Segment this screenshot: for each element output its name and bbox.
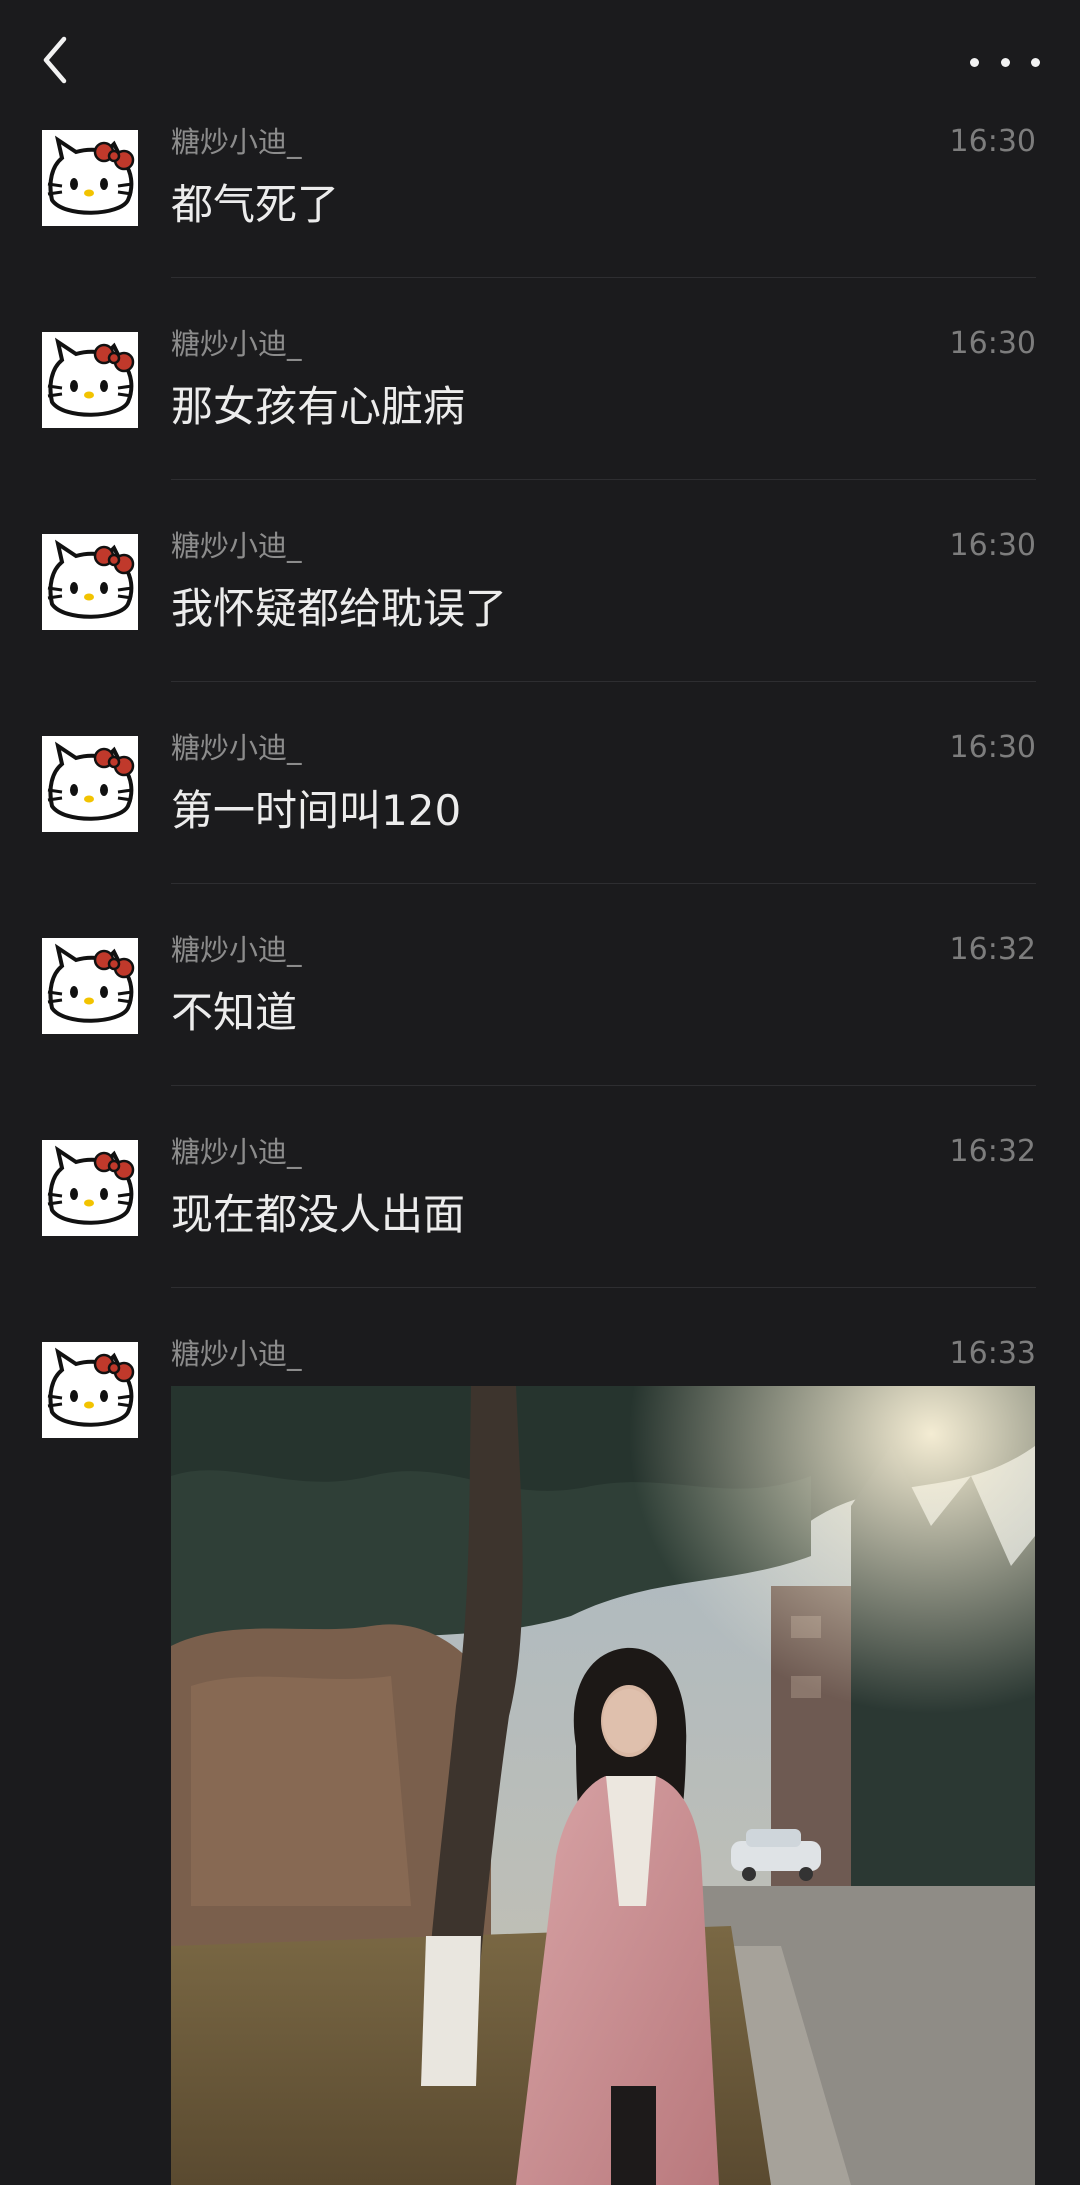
more-dot: [970, 57, 979, 67]
more-dot: [1031, 57, 1040, 67]
sender-name: 糖炒小迪_: [171, 1135, 302, 1169]
message-text[interactable]: 不知道: [171, 985, 297, 1041]
sender-name: 糖炒小迪_: [171, 529, 302, 563]
message-text[interactable]: 我怀疑都给耽误了: [171, 581, 507, 637]
avatar[interactable]: [42, 130, 138, 226]
message-time: 16:30: [949, 730, 1036, 765]
chat-screen: 糖炒小迪_ 16:30 都气死了 糖炒小迪_ 16:30 那女孩有心脏病 糖炒小…: [0, 0, 1080, 2185]
message-text[interactable]: 都气死了: [171, 177, 339, 233]
message-text[interactable]: 现在都没人出面: [171, 1187, 465, 1243]
message-text[interactable]: 第一时间叫120: [171, 783, 461, 839]
top-bar: [0, 0, 1080, 120]
sender-name: 糖炒小迪_: [171, 933, 302, 967]
divider: [171, 883, 1036, 884]
hello-kitty-avatar-icon: [42, 736, 138, 832]
hello-kitty-avatar-icon: [42, 130, 138, 226]
avatar[interactable]: [42, 534, 138, 630]
divider: [171, 479, 1036, 480]
message-time: 16:33: [949, 1336, 1036, 1371]
outdoor-portrait-photo: [171, 1386, 1035, 2185]
avatar[interactable]: [42, 938, 138, 1034]
chevron-left-icon: [43, 36, 67, 84]
sender-name: 糖炒小迪_: [171, 731, 302, 765]
avatar[interactable]: [42, 1140, 138, 1236]
hello-kitty-avatar-icon: [42, 1342, 138, 1438]
message-time: 16:30: [949, 528, 1036, 563]
message-time: 16:32: [949, 932, 1036, 967]
divider: [171, 1287, 1036, 1288]
message-time: 16:32: [949, 1134, 1036, 1169]
divider: [171, 277, 1036, 278]
back-button[interactable]: [30, 30, 80, 90]
divider: [171, 681, 1036, 682]
message-text[interactable]: 那女孩有心脏病: [171, 379, 465, 435]
sender-name: 糖炒小迪_: [171, 1337, 302, 1371]
divider: [171, 1085, 1036, 1086]
message-time: 16:30: [949, 124, 1036, 159]
hello-kitty-avatar-icon: [42, 332, 138, 428]
more-dot: [1000, 57, 1010, 67]
avatar[interactable]: [42, 1342, 138, 1438]
avatar[interactable]: [42, 332, 138, 428]
more-button[interactable]: [970, 42, 1040, 82]
message-time: 16:30: [949, 326, 1036, 361]
sender-name: 糖炒小迪_: [171, 125, 302, 159]
hello-kitty-avatar-icon: [42, 534, 138, 630]
sender-name: 糖炒小迪_: [171, 327, 302, 361]
hello-kitty-avatar-icon: [42, 1140, 138, 1236]
avatar[interactable]: [42, 736, 138, 832]
hello-kitty-avatar-icon: [42, 938, 138, 1034]
message-photo[interactable]: [171, 1386, 1035, 2185]
